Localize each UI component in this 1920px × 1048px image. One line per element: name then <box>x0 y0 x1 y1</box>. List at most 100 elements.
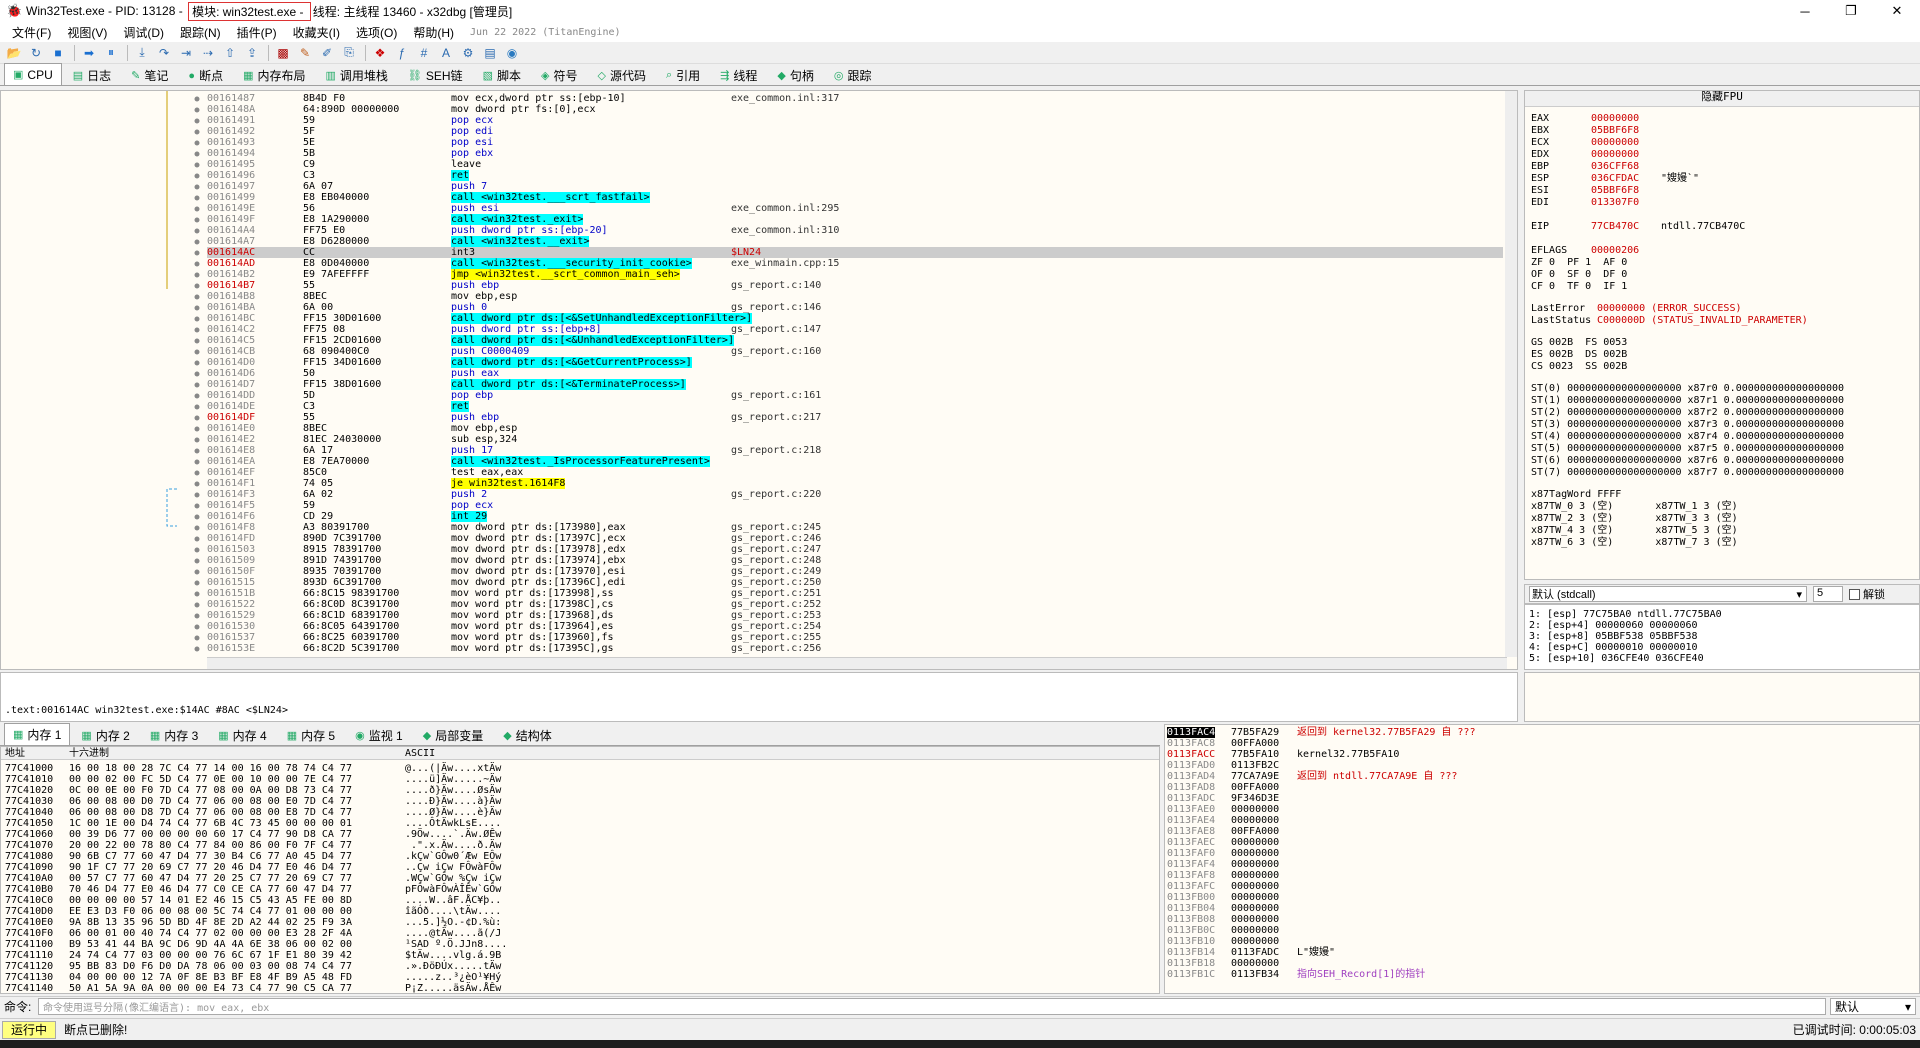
disasm-row[interactable]: 001614D6 50 push eax <box>207 368 1503 379</box>
memory-dump[interactable]: 地址 十六进制 ASCII 77C41000 16 00 18 00 28 7C … <box>0 746 1160 994</box>
restart-icon[interactable]: ↻ <box>26 44 46 62</box>
minimize-button[interactable]: ─ <box>1782 0 1828 22</box>
disasm-row[interactable]: 001614A7 E8 D6280000 call <win32test.__exi… <box>207 236 1503 247</box>
stack-row[interactable]: 0113FAE8 00FFA000 <box>1165 826 1905 837</box>
disasm-row[interactable]: 001614D7 FF15 38D01600 call dword ptr ds:[… <box>207 379 1503 390</box>
command-input[interactable]: 命令使用逗号分隔(像汇编语言): mov eax, ebx <box>38 998 1826 1015</box>
step-into-icon[interactable]: ⤓ <box>132 44 152 62</box>
disasm-row[interactable]: 00161493 5E pop esi <box>207 137 1503 148</box>
disasm-row[interactable]: 0016151B 66:8C15 98391700 mov word ptr ds:… <box>207 588 1503 599</box>
disasm-row[interactable]: 001614A4 FF75 E0 push dword ptr ss:[ebp-20… <box>207 225 1503 236</box>
disasm-row[interactable]: 001614BC FF15 30D01600 call dword ptr ds:[… <box>207 313 1503 324</box>
stack-row[interactable]: 0113FAFC 00000000 <box>1165 881 1905 892</box>
disasm-row[interactable]: 0016148A 64:890D 00000000 mov dword ptr fs… <box>207 104 1503 115</box>
breakpoint-dot[interactable] <box>194 525 200 531</box>
globe-icon[interactable]: ◉ <box>502 44 522 62</box>
disasm-row[interactable]: 001614B2 E9 7AFEFFFF jmp <win32test.__scrt… <box>207 269 1503 280</box>
breakpoint-dot[interactable] <box>194 514 200 520</box>
tab-13[interactable]: ◎ 跟踪 <box>825 65 881 85</box>
bookmark-icon[interactable]: ❖ <box>370 44 390 62</box>
breakpoint-dot[interactable] <box>194 272 200 278</box>
disasm-row[interactable]: 00161509 891D 74391700 mov dword ptr ds:[1… <box>207 555 1503 566</box>
disasm-row[interactable]: 001614F5 59 pop ecx <box>207 500 1503 511</box>
breakpoint-dot[interactable] <box>194 624 200 630</box>
disasm-row[interactable]: 0016153E 66:8C2D 5C391700 mov word ptr ds:… <box>207 643 1503 654</box>
disasm-row[interactable]: 00161537 66:8C25 60391700 mov word ptr ds:… <box>207 632 1503 643</box>
memory-tab-0[interactable]: ▦ 内存 1 <box>4 723 71 745</box>
step-over-icon[interactable]: ↷ <box>154 44 174 62</box>
disasm-row[interactable]: 00161496 C3 ret <box>207 170 1503 181</box>
register-row[interactable]: EFLAGS 00000206 <box>1531 245 1661 256</box>
execute-till-return-icon[interactable]: ⇧ <box>220 44 240 62</box>
breakpoint-dot[interactable] <box>194 261 200 267</box>
hide-fpu-button[interactable]: 隐藏FPU <box>1525 91 1919 107</box>
breakpoint-dot[interactable] <box>194 283 200 289</box>
disasm-row[interactable]: 00161494 5B pop ebx <box>207 148 1503 159</box>
tab-2[interactable]: ✎ 笔记 <box>122 65 177 85</box>
breakpoint-dot[interactable] <box>194 569 200 575</box>
breakpoint-dot[interactable] <box>194 217 200 223</box>
breakpoint-dot[interactable] <box>194 404 200 410</box>
breakpoint-dot[interactable] <box>194 547 200 553</box>
disasm-row[interactable]: 00161487 8B4D F0 mov ecx,dword ptr ss:[ebp… <box>207 93 1503 104</box>
disasm-row[interactable]: 00161515 893D 6C391700 mov dword ptr ds:[1… <box>207 577 1503 588</box>
menu-item[interactable]: 插件(P) <box>229 24 285 41</box>
run-to-user-code-icon[interactable]: ⇪ <box>242 44 262 62</box>
argument-row[interactable]: 4: [esp+C] 00000010 00000010 <box>1529 642 1698 653</box>
register-row[interactable]: EDX 00000000 <box>1531 149 1661 160</box>
breakpoint-dot[interactable] <box>194 206 200 212</box>
breakpoint-dot[interactable] <box>194 338 200 344</box>
tab-1[interactable]: ▤ 日志 <box>64 65 120 85</box>
disasm-row[interactable]: 001614AD E8 0D040000 call <win32test.___se… <box>207 258 1503 269</box>
disasm-row[interactable]: 00161499 E8 EB040000 call <win32test.___sc… <box>207 192 1503 203</box>
arg-count-spinbox[interactable]: 5 <box>1813 586 1843 602</box>
argument-row[interactable]: 1: [esp] 77C75BA0 ntdll.77C75BA0 <box>1529 609 1722 620</box>
disasm-row[interactable]: 00161503 8915 78391700 mov dword ptr ds:[1… <box>207 544 1503 555</box>
stack-row[interactable]: 0113FAD4 77CA7A9E 返回到 ntdll.77CA7A9E 自 ??? <box>1165 771 1905 782</box>
menu-item[interactable]: 文件(F) <box>4 24 59 41</box>
register-row[interactable]: EDI 013307F0 <box>1531 197 1661 208</box>
disasm-row[interactable]: 0016150F 8935 70391700 mov dword ptr ds:[1… <box>207 566 1503 577</box>
argument-row[interactable]: 5: [esp+10] 036CFE40 036CFE40 <box>1529 653 1704 664</box>
breakpoint-dot[interactable] <box>194 239 200 245</box>
register-row[interactable]: EBX 05BBF6F8 <box>1531 125 1661 136</box>
breakpoint-dot[interactable] <box>194 250 200 256</box>
pause-icon[interactable]: ⏸ <box>101 44 121 62</box>
breakpoint-dot[interactable] <box>194 613 200 619</box>
disasm-row[interactable]: 001614EA E8 7EA70000 call <win32test._IsPr… <box>207 456 1503 467</box>
memory-tab-7[interactable]: ◆ 结构体 <box>494 725 560 745</box>
menu-item[interactable]: 视图(V) <box>59 24 115 41</box>
tab-3[interactable]: ● 断点 <box>179 65 232 85</box>
breakpoint-dot[interactable] <box>194 393 200 399</box>
disasm-row[interactable]: 001614AC CC int3 $LN24 <box>207 247 1503 258</box>
label-icon[interactable]: ⎘ <box>339 44 359 62</box>
disasm-row[interactable]: 001614CB 68 090400C0 push C0000409 gs_repor… <box>207 346 1503 357</box>
comment-icon[interactable]: ✐ <box>317 44 337 62</box>
breakpoint-dot[interactable] <box>194 151 200 157</box>
stack-row[interactable]: 0113FB1C 0113FB34 指向SEH_Record[1]的指针 <box>1165 969 1905 980</box>
stop-icon[interactable]: ■ <box>48 44 68 62</box>
call-convention-select[interactable]: 默认 (stdcall) ▾ <box>1529 586 1807 602</box>
disasm-row[interactable]: 00161492 5F pop edi <box>207 126 1503 137</box>
stack-row[interactable]: 0113FAE4 00000000 <box>1165 815 1905 826</box>
disassembly-view[interactable]: 00161487 8B4D F0 mov ecx,dword ptr ss:[ebp… <box>207 91 1507 661</box>
breakpoint-dot[interactable] <box>194 646 200 652</box>
stack-row[interactable]: 0113FB0C 00000000 <box>1165 925 1905 936</box>
stack-row[interactable]: 0113FAF4 00000000 <box>1165 859 1905 870</box>
breakpoint-dot[interactable] <box>194 107 200 113</box>
breakpoint-dot[interactable] <box>194 162 200 168</box>
disasm-row[interactable]: 00161491 59 pop ecx <box>207 115 1503 126</box>
stack-row[interactable]: 0113FAC8 00FFA000 <box>1165 738 1905 749</box>
tab-0[interactable]: ▣ CPU <box>4 63 62 85</box>
disasm-row[interactable]: 001614C2 FF75 08 push dword ptr ss:[ebp+8]… <box>207 324 1503 335</box>
breakpoint-dot[interactable] <box>194 492 200 498</box>
breakpoint-dot[interactable] <box>194 228 200 234</box>
breakpoint-dot[interactable] <box>194 305 200 311</box>
breakpoint-dot[interactable] <box>194 371 200 377</box>
disasm-row[interactable]: 001614EF 85C0 test eax,eax <box>207 467 1503 478</box>
disasm-row[interactable]: 001614E0 8BEC mov ebp,esp <box>207 423 1503 434</box>
breakpoint-dot[interactable] <box>194 459 200 465</box>
register-row[interactable]: EIP 77CB470C ntdll.77CB470C <box>1531 221 1745 232</box>
scylla-icon[interactable]: ▩ <box>273 44 293 62</box>
register-row[interactable]: EAX 00000000 <box>1531 113 1661 124</box>
